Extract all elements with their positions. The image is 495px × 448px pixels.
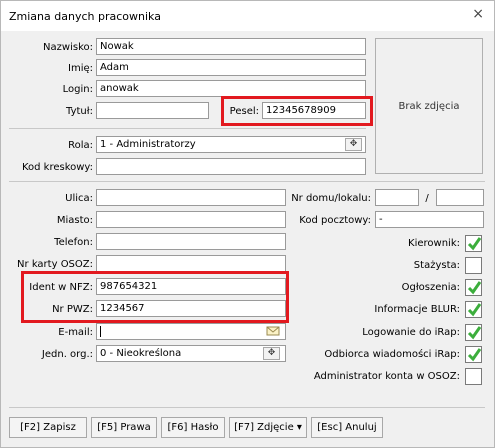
close-icon[interactable]: × — [472, 6, 484, 22]
ulica-input[interactable] — [96, 189, 286, 206]
save-button[interactable]: [F2] Zapisz — [9, 417, 87, 438]
tytul-label: Tytuł: — [66, 106, 93, 117]
envelope-icon[interactable] — [266, 325, 280, 337]
ogloszenia-checkbox[interactable] — [465, 279, 482, 296]
separator — [9, 181, 485, 182]
title-bar: Zmiana danych pracownika × — [1, 1, 494, 31]
informacje-blur-checkbox[interactable] — [465, 301, 482, 318]
pesel-highlight — [221, 96, 373, 126]
tytul-input[interactable] — [96, 102, 209, 119]
logowanie-irap-label: Logowanie do iRap: — [362, 327, 460, 338]
logowanie-irap-checkbox[interactable] — [465, 324, 482, 341]
cancel-button[interactable]: [Esc] Anuluj — [311, 417, 383, 438]
rola-select-button[interactable]: ✥ — [345, 138, 362, 151]
nazwisko-input[interactable]: Nowak — [96, 38, 366, 55]
kierownik-label: Kierownik: — [408, 238, 460, 249]
nazwisko-label: Nazwisko: — [43, 42, 93, 53]
kierownik-checkbox[interactable] — [465, 235, 482, 252]
login-input[interactable]: anowak — [96, 80, 366, 97]
jedn-org-label: Jedn. org.: — [41, 349, 93, 360]
rola-select[interactable]: 1 - Administratorzy — [96, 136, 366, 153]
miasto-input[interactable] — [96, 211, 286, 228]
kod-kreskowy-label: Kod kreskowy: — [21, 162, 93, 173]
odbiorca-wiadomosci-checkbox[interactable] — [465, 346, 482, 363]
telefon-input[interactable] — [96, 233, 286, 250]
kod-kreskowy-input[interactable] — [96, 158, 366, 175]
nr-karty-osoz-input[interactable] — [96, 255, 286, 272]
telefon-label: Telefon: — [54, 237, 93, 248]
separator — [9, 407, 485, 408]
photo-button[interactable]: [F7] Zdjęcie ▾ — [229, 417, 307, 438]
nr-karty-osoz-label: Nr karty OSOZ: — [17, 259, 93, 270]
kod-pocztowy-input[interactable]: - — [375, 211, 484, 228]
ulica-label: Ulica: — [65, 193, 93, 204]
permissions-button[interactable]: [F5] Prawa — [91, 417, 157, 438]
no-photo-label: Brak zdjęcia — [398, 101, 460, 112]
administrator-osoz-checkbox[interactable] — [465, 368, 482, 385]
photo-placeholder[interactable]: Brak zdjęcia — [375, 38, 483, 174]
jedn-org-value: 0 - Nieokreślona — [100, 348, 182, 359]
password-button[interactable]: [F6] Hasło — [161, 417, 225, 438]
nr-domu-label: Nr domu/lokalu: — [291, 193, 371, 204]
imie-input[interactable]: Adam — [96, 59, 366, 76]
nr-lokalu-separator: / — [425, 193, 429, 204]
email-label: E-mail: — [58, 327, 93, 338]
nfz-pwz-highlight — [21, 271, 289, 323]
ogloszenia-label: Ogłoszenia: — [401, 282, 460, 293]
miasto-label: Miasto: — [56, 215, 93, 226]
email-input[interactable] — [96, 323, 286, 340]
stazysta-checkbox[interactable] — [465, 257, 482, 274]
text-cursor — [100, 326, 101, 337]
administrator-osoz-label: Administrator konta w OSOZ: — [313, 371, 460, 382]
nr-lokalu-input[interactable] — [436, 189, 484, 206]
informacje-blur-label: Informacje BLUR: — [374, 304, 460, 315]
stazysta-label: Stażysta: — [413, 260, 460, 271]
jedn-org-select[interactable]: 0 - Nieokreślona — [96, 345, 286, 362]
separator — [9, 128, 366, 129]
window-title: Zmiana danych pracownika — [9, 10, 161, 23]
employee-edit-dialog: Zmiana danych pracownika × Nazwisko: Now… — [0, 0, 495, 448]
odbiorca-wiadomosci-label: Odbiorca wiadomości iRap: — [324, 349, 460, 360]
jedn-org-select-button[interactable]: ✥ — [263, 347, 280, 360]
imie-label: Imię: — [68, 63, 93, 74]
rola-label: Rola: — [68, 140, 93, 151]
kod-pocztowy-label: Kod pocztowy: — [299, 215, 371, 226]
nr-domu-input[interactable] — [375, 189, 419, 206]
login-label: Login: — [62, 84, 93, 95]
rola-value: 1 - Administratorzy — [100, 139, 196, 150]
